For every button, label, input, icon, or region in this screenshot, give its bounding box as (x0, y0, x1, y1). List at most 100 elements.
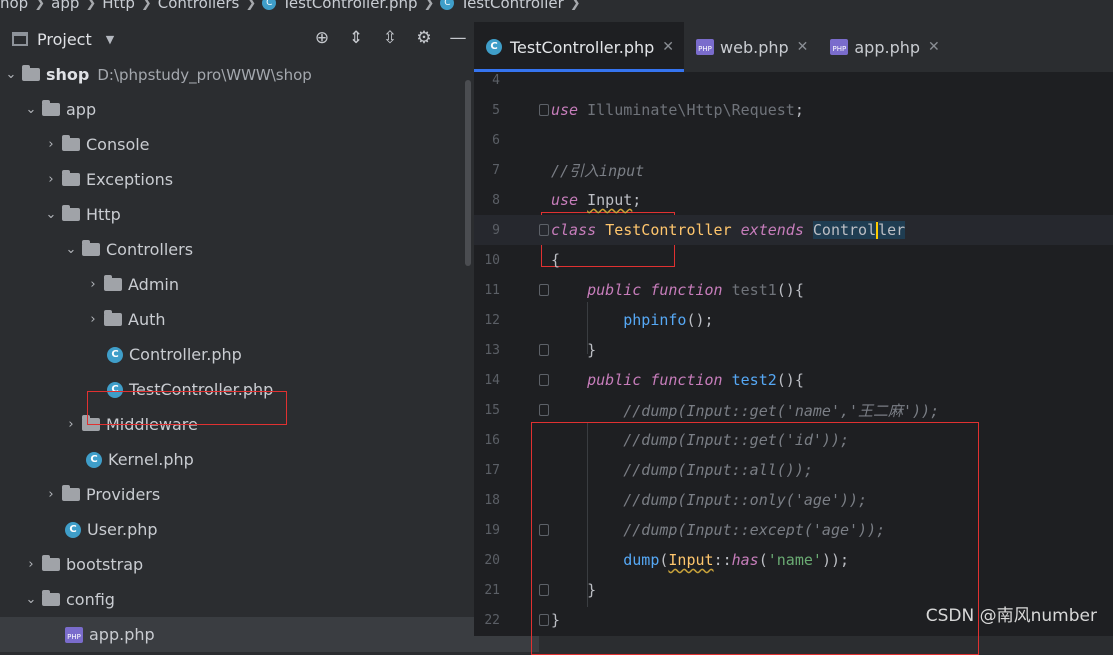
code-line[interactable]: 5 use Illuminate\Http\Request; (474, 95, 1113, 125)
close-icon[interactable]: ✕ (928, 39, 940, 55)
fold-icon[interactable] (539, 374, 549, 386)
tree-item-label: Exceptions (86, 170, 174, 189)
tree-item-shop[interactable]: ⌄ shop D:\phpstudy_pro\WWW\shop (0, 57, 478, 92)
code-line[interactable]: 17 //dump(Input::all()); (474, 455, 1113, 485)
tree-item-providers[interactable]: › Providers (0, 477, 518, 512)
tree-item-http[interactable]: ⌄ Http (0, 197, 518, 232)
chevron-right-icon[interactable]: › (64, 417, 78, 432)
tree-item-controllers[interactable]: ⌄ Controllers (0, 232, 538, 267)
tree-item-user-php[interactable]: C User.php (0, 512, 539, 547)
code-token: use (551, 101, 579, 119)
code-token: test2 (731, 371, 777, 389)
chevron-down-icon[interactable]: ⌄ (44, 207, 58, 222)
breadcrumb-item-app[interactable]: app (51, 0, 79, 12)
tree-item-label: app (66, 100, 97, 119)
project-title[interactable]: Project (37, 30, 92, 49)
code-line[interactable]: 14 public function test2(){ (474, 365, 1113, 395)
php-class-icon: C (65, 521, 81, 538)
code-line[interactable]: 7 //引入input (474, 155, 1113, 185)
code-line[interactable]: 19 //dump(Input::except('age')); (474, 515, 1113, 545)
chevron-right-icon: ❯ (245, 0, 257, 11)
code-line[interactable]: 4 (474, 65, 1113, 95)
code-line[interactable]: 15 //dump(Input::get('name','王二麻')); (474, 395, 1113, 425)
fold-icon[interactable] (539, 104, 549, 116)
chevron-down-icon[interactable]: ⌄ (24, 102, 38, 117)
chevron-right-icon: ❯ (140, 0, 152, 11)
breadcrumb-item-http[interactable]: Http (102, 0, 135, 12)
code-text: } (551, 611, 560, 629)
code-token: )); (821, 551, 850, 569)
folder-icon (104, 275, 122, 291)
fold-icon[interactable] (539, 584, 549, 596)
code-line[interactable]: 10 { (474, 245, 1113, 275)
fold-icon[interactable] (539, 614, 549, 626)
tree-item-app-php[interactable]: PHP app.php (0, 617, 539, 652)
fold-icon[interactable] (539, 524, 549, 536)
breadcrumb-item-controllers[interactable]: Controllers (158, 0, 240, 12)
locate-icon[interactable]: ⊕ (312, 28, 332, 48)
sidebar-scrollbar[interactable] (465, 80, 471, 266)
breadcrumb-item-class[interactable]: TestController (460, 0, 563, 12)
code-token: //dump(Input::all()); (623, 461, 813, 479)
code-token: use (551, 191, 579, 209)
breadcrumb-item-file[interactable]: TestController.php (282, 0, 417, 12)
code-token: //dump(Input::get('name','王二麻')); (623, 401, 940, 420)
code-line[interactable]: 11 public function test1(){ (474, 275, 1113, 305)
folder-icon (104, 310, 122, 326)
code-line[interactable]: 8 use Input; (474, 185, 1113, 215)
chevron-right-icon[interactable]: › (44, 172, 58, 187)
chevron-right-icon[interactable]: › (24, 557, 38, 572)
fold-icon[interactable] (539, 344, 549, 356)
close-icon[interactable]: ✕ (797, 39, 809, 55)
fold-icon[interactable] (539, 284, 549, 296)
tree-item-bootstrap[interactable]: › bootstrap (0, 547, 498, 582)
line-number: 9 (492, 222, 500, 238)
chevron-down-icon[interactable]: ⌄ (64, 242, 78, 257)
close-icon[interactable]: ✕ (662, 39, 674, 55)
folder-icon (42, 590, 60, 606)
line-number: 19 (484, 522, 500, 538)
gear-icon[interactable]: ⚙ (414, 28, 434, 48)
code-text: public function test1(){ (551, 281, 804, 299)
fold-icon[interactable] (539, 404, 549, 416)
code-line[interactable]: 6 (474, 125, 1113, 155)
code-area[interactable]: 4 5 use Illuminate\Http\Request; 6 7 //引入inpu… (474, 72, 1113, 655)
chevron-right-icon[interactable]: › (44, 137, 58, 152)
tree-item-console[interactable]: › Console (0, 127, 518, 162)
tree-item-path: D:\phpstudy_pro\WWW\shop (97, 65, 312, 84)
chevron-down-icon[interactable]: ⌄ (4, 67, 18, 82)
tree-item-exceptions[interactable]: › Exceptions (0, 162, 518, 197)
code-line[interactable]: 20 dump(Input::has('name')); (474, 545, 1113, 575)
code-line[interactable]: 9 class TestController extends Control ler (474, 215, 1113, 245)
folder-icon (62, 170, 80, 186)
chevron-right-icon[interactable]: › (86, 312, 100, 327)
collapse-all-icon[interactable]: ⇳ (380, 28, 400, 48)
tree-item-app[interactable]: ⌄ app (0, 92, 498, 127)
tree-item-config[interactable]: ⌄ config (0, 582, 498, 617)
chevron-right-icon[interactable]: › (44, 487, 58, 502)
line-number: 5 (492, 102, 500, 118)
tree-item-label: Controllers (106, 240, 194, 259)
code-line[interactable]: 16 //dump(Input::get('id')); (474, 425, 1113, 455)
code-line[interactable]: 18 //dump(Input::only('age')); (474, 485, 1113, 515)
line-number: 16 (484, 432, 500, 448)
tree-item-label: config (66, 590, 115, 609)
code-text: public function test2(){ (551, 371, 804, 389)
chevron-down-icon[interactable]: ⌄ (24, 592, 38, 607)
code-token: { (551, 251, 561, 269)
breadcrumb-item-shop[interactable]: hop (0, 0, 28, 12)
minimize-icon[interactable]: — (448, 28, 468, 48)
expand-all-icon[interactable]: ⇕ (346, 28, 366, 48)
chevron-down-icon[interactable]: ▼ (106, 33, 114, 46)
fold-icon[interactable] (539, 224, 549, 236)
chevron-right-icon[interactable]: › (86, 277, 100, 292)
code-line[interactable]: 13 } (474, 335, 1113, 365)
code-line[interactable]: 12 phpinfo(); (474, 305, 1113, 335)
